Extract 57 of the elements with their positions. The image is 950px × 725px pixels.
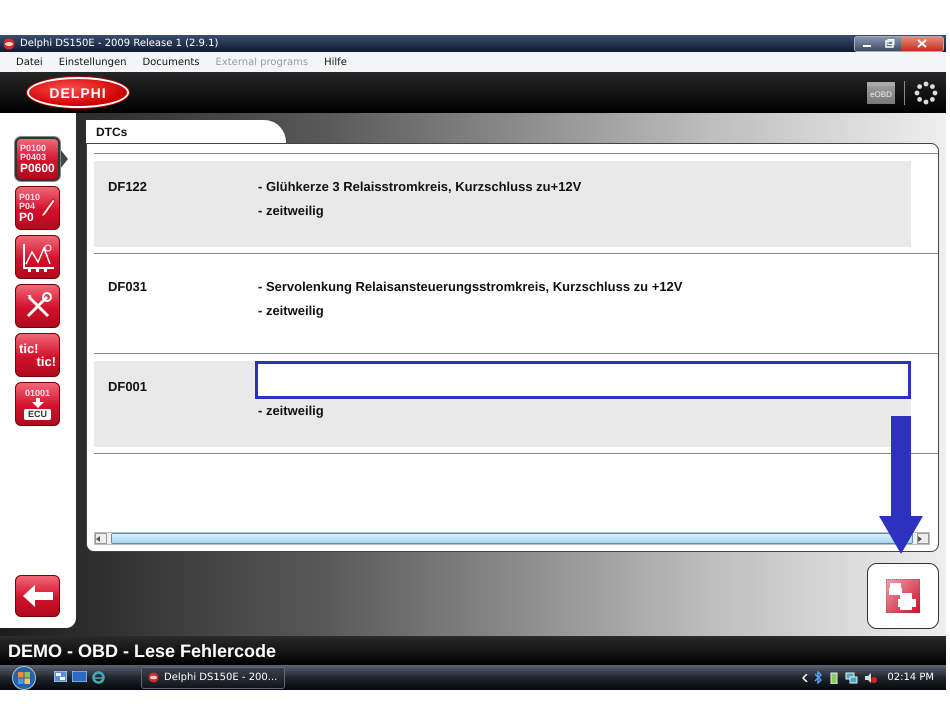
clock: 02:14 PM [887, 672, 934, 683]
power-icon[interactable] [829, 672, 840, 684]
sidebar-button[interactable]: P010 P04 P0 [15, 186, 60, 230]
chevron-icon[interactable] [802, 674, 808, 682]
dtc-description: - Glühkerze 3 Relaisstromkreis, Kurzschluss zu+12V [258, 178, 582, 196]
back-button[interactable] [15, 575, 60, 617]
network-icon[interactable] [845, 672, 858, 684]
browser-icon[interactable] [92, 671, 105, 684]
start-button[interactable] [12, 666, 36, 690]
minimize-button[interactable] [855, 36, 879, 50]
dtc-row[interactable]: DF122 - Glühkerze 3 Relaisstromkreis, Kurzschluss zu+12V - zeitweilig [94, 161, 911, 247]
dtc-description: - zeitweilig [258, 302, 325, 320]
status-text: DEMO - OBD - Lese Fehlercode [8, 641, 276, 662]
bluetooth-icon[interactable] [814, 671, 824, 684]
window-switch-icon[interactable] [54, 671, 67, 682]
app-icon [3, 38, 15, 50]
sidebar-button[interactable]: P0100 P0403 P0600 [15, 137, 60, 181]
sidebar-button[interactable]: tic! tic! [15, 333, 60, 377]
dtc-code: DF122 [108, 178, 148, 196]
pen-icon [38, 197, 56, 219]
close-icon [917, 39, 927, 48]
restore-icon [885, 39, 895, 48]
pointer-arrow-icon [60, 149, 68, 169]
taskbar-button[interactable]: Delphi DS150E - 200... [141, 666, 285, 688]
window-title: Delphi DS150E - 2009 Release 1 (2.9.1) [20, 38, 220, 49]
restore-button[interactable] [879, 36, 901, 50]
sidebar-button[interactable] [15, 235, 60, 279]
dtc-row[interactable]: DF031 - Servolenkung Relaisansteuerungsstromkreis, Kurzschluss zu +12V - zeitweilig [94, 261, 911, 347]
delphi-logo: DELPHI [27, 77, 129, 108]
menu-item[interactable]: Hilfe [316, 53, 355, 71]
print-button[interactable] [867, 563, 939, 629]
tab[interactable]: DTCs [86, 120, 286, 143]
down-arrow-icon [32, 398, 44, 408]
dtc-description: - zeitweilig [258, 202, 325, 220]
horizontal-scrollbar[interactable] [94, 532, 930, 545]
menu-item[interactable]: Einstellungen [50, 53, 134, 71]
desktop-icon[interactable] [72, 671, 87, 682]
dtc-code: DF031 [108, 278, 148, 296]
menu-item[interactable]: Datei [8, 53, 51, 71]
dtc-description: - zeitweilig [258, 402, 324, 420]
app-icon [148, 672, 159, 683]
right-arrow-icon [918, 536, 922, 542]
back-arrow-icon [22, 585, 52, 607]
scrollbar-thumb[interactable] [111, 533, 913, 544]
close-button[interactable] [901, 36, 943, 50]
spinner-icon[interactable] [914, 80, 938, 104]
left-arrow-icon [96, 536, 100, 542]
printer-icon [886, 579, 920, 613]
dtc-description: - Servolenkung Relaisansteuerungsstromkreis, Kurzschluss zu +12V [258, 278, 682, 296]
sidebar-button[interactable] [15, 284, 60, 328]
volume-icon[interactable] [864, 672, 878, 684]
dtc-code: DF001 [108, 378, 148, 396]
menu-item[interactable]: Documents [134, 53, 208, 71]
scroll-right-button[interactable] [917, 533, 929, 544]
scroll-left-button[interactable] [95, 533, 107, 544]
sidebar-button[interactable]: 01001 ECU [15, 382, 60, 426]
dtc-row[interactable]: DF001 - zeitweilig [94, 361, 911, 447]
